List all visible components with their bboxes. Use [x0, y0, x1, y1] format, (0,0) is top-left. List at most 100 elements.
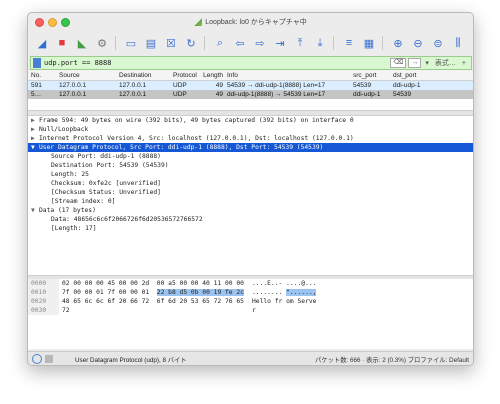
- reload-icon[interactable]: ↻: [182, 34, 200, 52]
- ascii-text: Hello fr om Serve: [252, 298, 317, 305]
- detail-tree-item[interactable]: [Checksum Status: Unverified]: [28, 188, 473, 197]
- hex-bytes: 72: [59, 306, 252, 315]
- edit-comment-icon[interactable]: [45, 355, 53, 363]
- filter-bookmark-icon[interactable]: [33, 58, 41, 68]
- save-file-icon[interactable]: ▤: [142, 34, 160, 52]
- wireshark-logo-icon: [194, 18, 203, 26]
- packet-row[interactable]: 5… 127.0.0.1 127.0.0.1 UDP 49 ddi-udp-1(…: [28, 90, 473, 99]
- packet-protocol: UDP: [173, 91, 187, 98]
- column-header-src-port[interactable]: src_port: [353, 72, 393, 79]
- detail-tree-item[interactable]: Destination Port: 54539 (54539): [28, 161, 473, 170]
- column-header-no[interactable]: No.: [28, 72, 59, 79]
- detail-tree-item[interactable]: ▼ User Datagram Protocol, Src Port: ddi-u…: [28, 143, 473, 152]
- apply-filter-button[interactable]: →: [408, 58, 422, 68]
- forward-arrow-icon[interactable]: ⇨: [251, 34, 269, 52]
- recent-filters-dropdown[interactable]: ▾: [423, 59, 431, 67]
- column-header-dst-port[interactable]: dst_port: [393, 72, 438, 79]
- restart-fin-icon[interactable]: ◣: [73, 34, 91, 52]
- zoom-in-icon[interactable]: ⊕: [389, 34, 407, 52]
- status-bar: User Datagram Protocol (udp), 8 バイト パケット…: [28, 351, 473, 365]
- hex-dump-row[interactable]: 0030 72 r: [28, 306, 473, 315]
- colorize-icon[interactable]: ▦: [360, 34, 378, 52]
- detail-tree-item[interactable]: Length: 25: [28, 170, 473, 179]
- collapsed-triangle-icon[interactable]: ▶: [31, 116, 39, 125]
- detail-tree-label: Internet Protocol Version 4, Src: localh…: [39, 135, 354, 142]
- stop-square-icon[interactable]: ■: [53, 34, 71, 52]
- first-packet-icon[interactable]: ⤒: [291, 34, 309, 52]
- normal-size-icon[interactable]: ⊜: [429, 34, 447, 52]
- close-file-icon[interactable]: ☒: [162, 34, 180, 52]
- detail-tree-item[interactable]: ▶ Frame 594: 49 bytes on wire (392 bits),…: [28, 116, 473, 125]
- filter-expression-button[interactable]: 表式…: [433, 58, 458, 68]
- detail-tree-label: Length: 25: [51, 171, 89, 178]
- clear-filter-button[interactable]: ⌫: [390, 58, 407, 68]
- zoom-window-button[interactable]: [61, 18, 70, 27]
- hex-dump-row[interactable]: 0010 7f 00 00 01 7f 00 00 01 22 b8 d5 0b …: [28, 288, 473, 297]
- detail-tree-item[interactable]: Checksum: 0xfe2c [unverified]: [28, 179, 473, 188]
- shark-fin-start-icon[interactable]: ◢: [33, 34, 51, 52]
- expanded-triangle-icon[interactable]: ▼: [31, 143, 39, 152]
- hex-dump-row[interactable]: 0020 48 65 6c 6c 6f 20 66 72 6f 6d 20 53 …: [28, 297, 473, 306]
- detail-tree-label: [Length: 17]: [51, 225, 97, 232]
- hex-bytes-text: 48 65 6c 6c 6f 20 66 72 6f 6d 20 53 65 7…: [62, 298, 244, 305]
- find-magnifier-icon[interactable]: ⌕: [211, 34, 229, 52]
- wireshark-window: Loopback: lo0 からキャプチャ中 ◢ ■ ◣ ⚙ ▭ ▤ ☒ ↻ ⌕ ⇦ ⇨ ⇥ ⤒ ⤓ ≡ ▦ ⊕…: [27, 12, 474, 366]
- packet-destination: 127.0.0.1: [119, 91, 147, 98]
- packet-destination: 127.0.0.1: [119, 82, 147, 89]
- collapsed-triangle-icon[interactable]: ▶: [31, 134, 39, 143]
- hex-bytes-text: 02 00 00 00 45 00 00 2d 00 a5 00 00 40 1…: [62, 280, 244, 287]
- ascii-bytes: ........ "......,: [252, 288, 372, 297]
- hex-offset: 0000: [28, 279, 59, 288]
- toolbar-separator: [382, 36, 385, 50]
- detail-tree-item[interactable]: ▶ Internet Protocol Version 4, Src: local…: [28, 134, 473, 143]
- close-window-button[interactable]: [35, 18, 44, 27]
- packet-row[interactable]: 591 127.0.0.1 127.0.0.1 UDP 49 54539 → d…: [28, 81, 473, 90]
- last-packet-icon[interactable]: ⤓: [311, 34, 329, 52]
- toolbar-separator: [115, 36, 118, 50]
- detail-tree-item[interactable]: Source Port: ddi-udp-1 (8888): [28, 152, 473, 161]
- packet-source: 127.0.0.1: [59, 91, 87, 98]
- detail-tree-label: [Stream index: 0]: [51, 198, 116, 205]
- detail-tree-item[interactable]: ▶ Null/Loopback: [28, 125, 473, 134]
- detail-tree-label: Destination Port: 54539 (54539): [51, 162, 169, 169]
- expert-info-icon[interactable]: [32, 354, 42, 364]
- hex-bytes-highlight: 22 b8 d5 0b 00 19 fe 2c: [156, 289, 244, 296]
- detail-tree-item[interactable]: Data: 48656c6c6f2066726f6d20536572766572: [28, 215, 473, 224]
- detail-tree-label: Frame 594: 49 bytes on wire (392 bits), …: [39, 117, 354, 124]
- hex-dump-row[interactable]: 0000 02 00 00 00 45 00 00 2d 00 a5 00 00 …: [28, 279, 473, 288]
- column-header-protocol[interactable]: Protocol: [173, 72, 199, 79]
- packet-src-port: 54539: [353, 82, 372, 89]
- packet-bytes-pane: 0000 02 00 00 00 45 00 00 2d 00 a5 00 00 …: [28, 279, 473, 349]
- resize-columns-icon[interactable]: ⫼: [449, 34, 467, 52]
- column-header-source[interactable]: Source: [59, 72, 119, 79]
- detail-tree-label: [Checksum Status: Unverified]: [51, 189, 161, 196]
- window-title: Loopback: lo0 からキャプチャ中: [205, 19, 307, 26]
- detail-tree-label: Checksum: 0xfe2c [unverified]: [51, 180, 161, 187]
- open-folder-icon[interactable]: ▭: [122, 34, 140, 52]
- packet-dst-port: ddi-udp-1: [393, 82, 421, 89]
- options-gear-icon[interactable]: ⚙: [93, 34, 111, 52]
- packet-no: 5…: [31, 91, 42, 98]
- column-header-info[interactable]: Info: [227, 72, 353, 79]
- add-filter-button[interactable]: +: [460, 60, 468, 67]
- minimize-window-button[interactable]: [48, 18, 57, 27]
- autoscroll-icon[interactable]: ≡: [340, 34, 358, 52]
- back-arrow-icon[interactable]: ⇦: [231, 34, 249, 52]
- display-filter-input[interactable]: udp.port == 8888: [44, 59, 390, 67]
- collapsed-triangle-icon[interactable]: ▶: [31, 125, 39, 134]
- detail-tree-item[interactable]: ▼ Data (17 bytes): [28, 206, 473, 215]
- detail-tree-item[interactable]: [Length: 17]: [28, 224, 473, 233]
- expanded-triangle-icon[interactable]: ▼: [31, 206, 39, 215]
- ascii-bytes: r: [252, 306, 372, 315]
- column-header-destination[interactable]: Destination: [119, 72, 173, 79]
- hex-bytes-text: 7f 00 00 01 7f 00 00 01: [62, 289, 157, 296]
- hex-bytes-text: 72: [62, 307, 70, 314]
- zoom-out-icon[interactable]: ⊖: [409, 34, 427, 52]
- go-to-packet-icon[interactable]: ⇥: [271, 34, 289, 52]
- main-toolbar: ◢ ■ ◣ ⚙ ▭ ▤ ☒ ↻ ⌕ ⇦ ⇨ ⇥ ⤒ ⤓ ≡ ▦ ⊕ ⊖ ⊜ ⫼: [28, 31, 473, 55]
- ascii-text: ........: [252, 289, 287, 296]
- packet-src-port: ddi-udp-1: [353, 91, 381, 98]
- column-header-length[interactable]: Length: [199, 72, 227, 79]
- hex-offset: 0020: [28, 297, 59, 306]
- detail-tree-item[interactable]: [Stream index: 0]: [28, 197, 473, 206]
